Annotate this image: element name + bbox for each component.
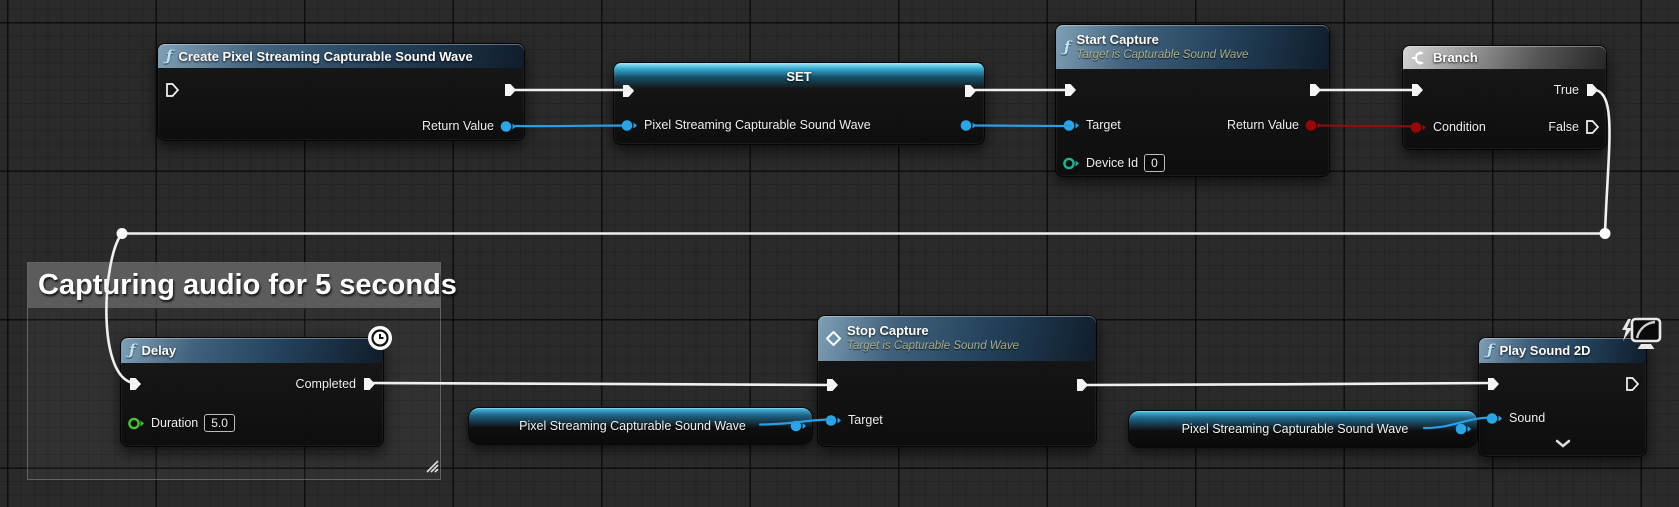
node-title: Start Capture	[1076, 32, 1248, 48]
return-value-pin[interactable]: Return Value	[422, 116, 517, 136]
node-stop-capture[interactable]: Stop Capture Target is Capturable Sound …	[817, 315, 1097, 447]
exec-in-pin[interactable]	[128, 374, 142, 394]
node-title: Play Sound 2D	[1499, 343, 1590, 358]
true-exec-pin[interactable]: True	[1554, 80, 1599, 100]
node-get-variable-2[interactable]: Pixel Streaming Capturable Sound Wave	[1128, 410, 1478, 448]
return-value-pin[interactable]: Return Value	[1227, 115, 1322, 135]
exec-in-pin[interactable]	[1486, 374, 1500, 394]
node-branch[interactable]: Branch True Condition False	[1402, 45, 1607, 150]
node-title: Create Pixel Streaming Capturable Sound …	[178, 49, 472, 64]
pin-label: Condition	[1433, 120, 1486, 134]
pin-label: False	[1548, 120, 1579, 134]
node-start-capture-header[interactable]: ƒ Start Capture Target is Capturable Sou…	[1056, 25, 1329, 69]
node-get-variable-1[interactable]: Pixel Streaming Capturable Sound Wave	[468, 407, 813, 445]
pin-label: Device Id	[1086, 156, 1138, 170]
latent-clock-icon	[367, 325, 393, 356]
exec-out-pin[interactable]	[1308, 80, 1322, 100]
sound-pin[interactable]: Sound	[1486, 408, 1545, 428]
comment-resize-handle[interactable]	[424, 458, 439, 478]
function-icon: ƒ	[166, 49, 172, 64]
function-icon: ƒ	[1064, 40, 1070, 55]
node-title: SET	[786, 69, 811, 84]
exec-out-pin[interactable]	[503, 80, 517, 100]
client-only-icon	[1619, 317, 1663, 359]
exec-out-pin[interactable]	[1625, 374, 1639, 394]
condition-pin[interactable]: Condition	[1410, 117, 1486, 137]
function-icon: ƒ	[1487, 343, 1493, 358]
target-pin[interactable]: Target	[825, 410, 883, 430]
node-set-variable[interactable]: SET Pixel Streaming Capturable Sound Wav…	[613, 62, 985, 145]
variable-label: Pixel Streaming Capturable Sound Wave	[519, 419, 746, 433]
pin-label: True	[1554, 83, 1579, 97]
branch-icon	[1411, 51, 1427, 65]
pin-label: Target	[848, 413, 883, 427]
expand-pins-chevron-icon[interactable]	[1555, 435, 1571, 453]
node-subtitle: Target is Capturable Sound Wave	[1076, 48, 1248, 62]
pin-label: Duration	[151, 416, 198, 430]
node-create-sound-wave[interactable]: ƒ Create Pixel Streaming Capturable Soun…	[157, 43, 525, 141]
exec-in-pin[interactable]	[825, 375, 839, 395]
comment-title-bar[interactable]: Capturing audio for 5 seconds	[28, 263, 440, 309]
blueprint-graph-canvas[interactable]: { "comment": { "text": "Capturing audio …	[0, 0, 1679, 507]
variable-output-pin[interactable]	[1455, 423, 1472, 436]
wire-exec-stopcapture-to-playsound	[1086, 383, 1496, 385]
diamond-icon	[826, 331, 841, 346]
node-delay-header[interactable]: ƒ Delay	[121, 338, 383, 363]
exec-out-pin[interactable]	[1075, 375, 1089, 395]
pin-label: Completed	[296, 377, 356, 391]
reroute-node-right[interactable]	[1600, 228, 1611, 239]
exec-in-pin[interactable]	[165, 80, 179, 100]
set-input-pin[interactable]: Pixel Streaming Capturable Sound Wave	[621, 115, 871, 135]
node-delay[interactable]: ƒ Delay Completed Duration 5.0	[120, 337, 384, 447]
set-output-pin[interactable]	[960, 115, 977, 135]
node-create-header[interactable]: ƒ Create Pixel Streaming Capturable Soun…	[158, 44, 524, 68]
node-play-sound-2d[interactable]: ƒ Play Sound 2D Sound	[1478, 337, 1647, 457]
target-pin[interactable]: Target	[1063, 115, 1121, 135]
pin-label: Return Value	[422, 119, 494, 133]
comment-title: Capturing audio for 5 seconds	[38, 269, 457, 302]
node-title: Stop Capture	[847, 323, 1019, 339]
node-subtitle: Target is Capturable Sound Wave	[847, 339, 1019, 353]
exec-in-pin[interactable]	[621, 81, 635, 101]
pin-label: Sound	[1509, 411, 1545, 425]
exec-in-pin[interactable]	[1410, 80, 1424, 100]
variable-output-pin[interactable]	[790, 420, 807, 433]
exec-out-pin[interactable]	[963, 81, 977, 101]
duration-input[interactable]: 5.0	[204, 414, 235, 432]
device-id-input[interactable]: 0	[1144, 154, 1165, 172]
pin-label: Pixel Streaming Capturable Sound Wave	[644, 118, 871, 132]
node-branch-header[interactable]: Branch	[1403, 46, 1606, 69]
exec-in-pin[interactable]	[1063, 80, 1077, 100]
node-title: Branch	[1433, 50, 1478, 65]
variable-label: Pixel Streaming Capturable Sound Wave	[1182, 422, 1409, 436]
duration-pin[interactable]: Duration 5.0	[128, 413, 235, 433]
device-id-pin[interactable]: Device Id 0	[1063, 153, 1165, 173]
node-set-header[interactable]: SET	[614, 63, 984, 89]
wire-exec-delay-to-stopcapture	[373, 383, 836, 385]
node-title: Delay	[141, 343, 176, 358]
false-exec-pin[interactable]: False	[1548, 117, 1599, 137]
completed-exec-pin[interactable]: Completed	[296, 374, 376, 394]
node-stop-capture-header[interactable]: Stop Capture Target is Capturable Sound …	[818, 316, 1096, 361]
pin-label: Target	[1086, 118, 1121, 132]
pin-label: Return Value	[1227, 118, 1299, 132]
function-icon: ƒ	[129, 343, 135, 358]
node-start-capture[interactable]: ƒ Start Capture Target is Capturable Sou…	[1055, 24, 1330, 177]
reroute-node-left[interactable]	[117, 228, 128, 239]
